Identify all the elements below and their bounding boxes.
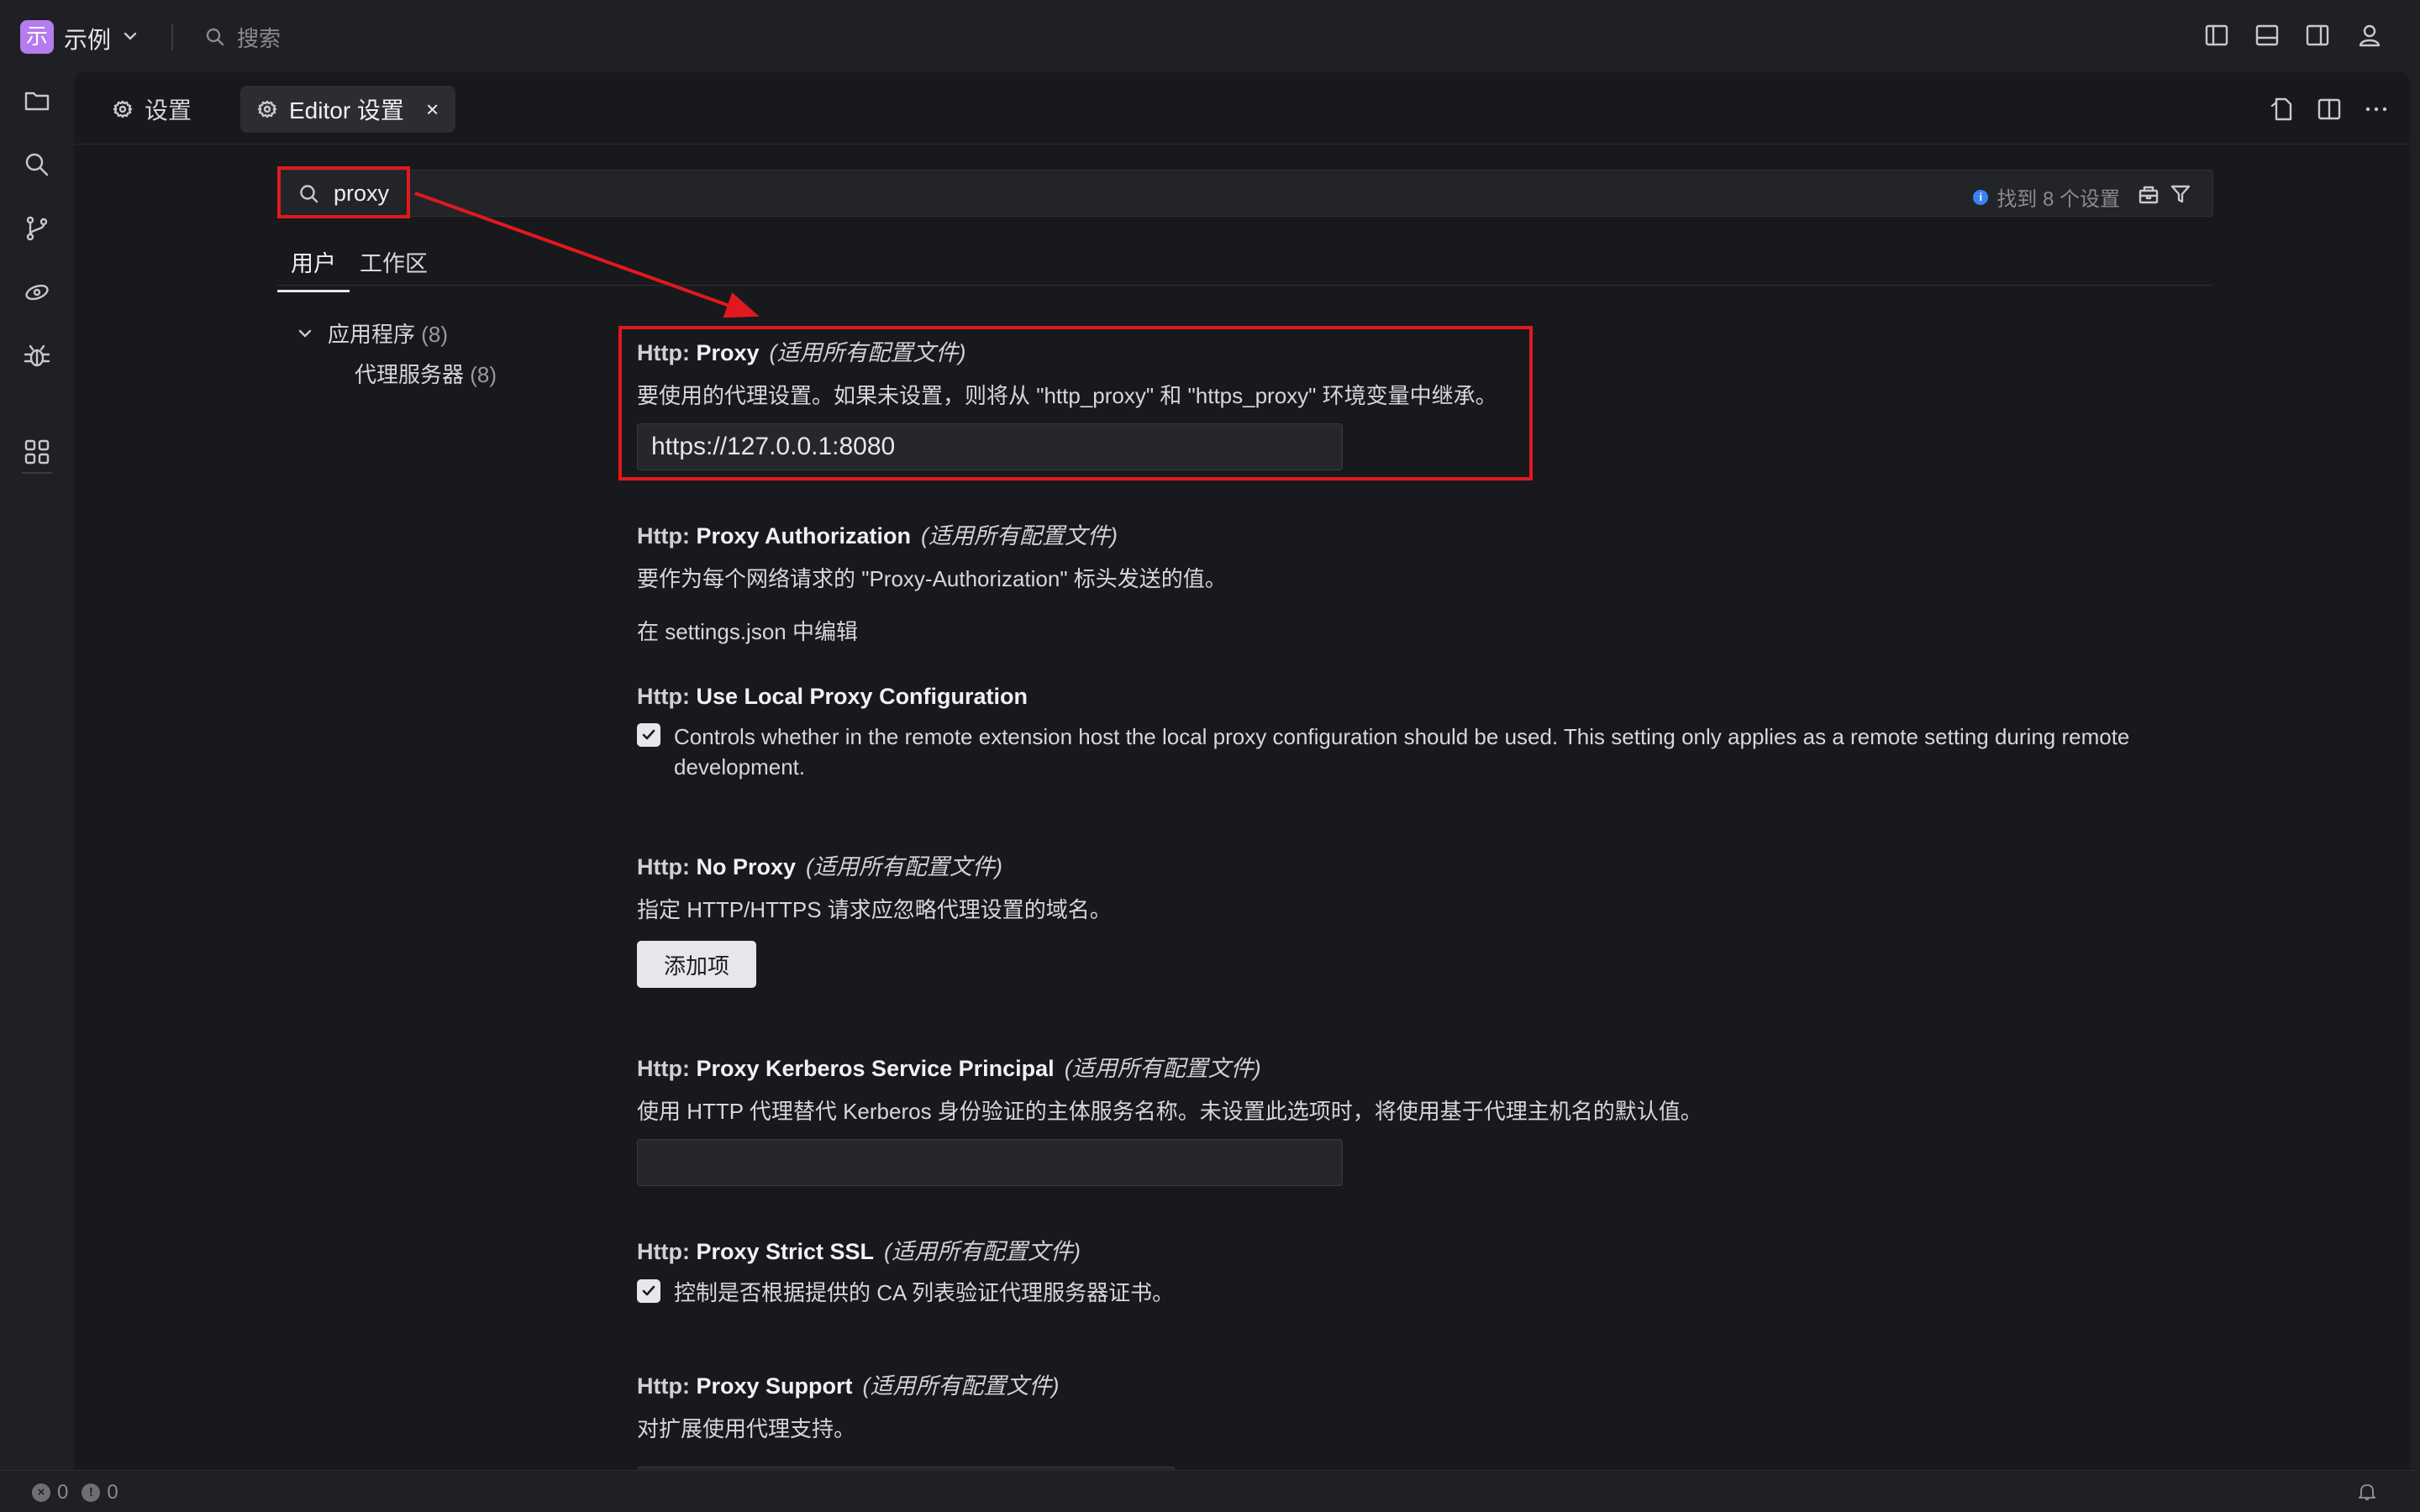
app-name[interactable]: 示例 [64,22,111,55]
setting-title: Http: Proxy Kerberos Service Principal (适… [637,1056,1261,1081]
search-highlight-box [277,166,410,218]
toc-child-label: 代理服务器 [355,362,465,387]
title-bar: 示 示例 搜索 [0,0,2420,72]
global-search[interactable]: 搜索 [205,20,281,54]
title-separator [171,24,173,50]
checkmark-icon [642,729,655,740]
tab-label: Editor 设置 [289,97,404,123]
error-count: 0 [57,1481,69,1504]
global-search-placeholder: 搜索 [237,25,281,51]
setting-description: 指定 HTTP/HTTPS 请求应忽略代理设置的域名。 [637,897,1112,922]
problems-indicator[interactable]: × 0 ! 0 [32,1481,118,1504]
editor-area: 设置 Editor 设置 × proxy i 找到 8 个设置 用户 工作区 应… [74,72,2410,1470]
debug-icon[interactable] [22,341,52,371]
checkmark-icon [642,1285,655,1296]
toc-group-count: (8) [421,322,449,347]
kerberos-principal-input[interactable] [637,1139,1343,1186]
edit-in-settings-json-link[interactable]: 在 settings.json 中编辑 [637,615,2233,646]
tab-label: 设置 [145,97,192,123]
toc-group-application[interactable]: 应用程序 (8) [296,318,448,349]
tab-editor-settings[interactable]: Editor 设置 × [240,86,456,133]
filter-icon[interactable] [2169,182,2192,206]
app-logo[interactable]: 示 [20,20,54,54]
setting-description: Controls whether in the remote extension… [674,724,2130,780]
source-control-icon[interactable] [22,213,52,244]
account-icon[interactable] [2356,22,2383,49]
setting-no-proxy: Http: No Proxy (适用所有配置文件) 指定 HTTP/HTTPS 请… [637,848,2233,988]
gear-icon [257,100,277,118]
setting-proxy-strict-ssl: Http: Proxy Strict SSL (适用所有配置文件) 控制是否根据提… [637,1233,2233,1308]
tab-user[interactable]: 用户 [277,245,350,292]
split-editor-icon[interactable] [2316,96,2343,123]
remote-explorer-icon[interactable] [22,277,52,307]
setting-proxy-support: Http: Proxy Support (适用所有配置文件) 对扩展使用代理支持。 [637,1368,2233,1470]
add-item-button[interactable]: 添加项 [637,941,756,988]
setting-title: Http: Proxy Strict SSL (适用所有配置文件) [637,1239,1081,1264]
clear-filters-icon[interactable] [2137,182,2160,206]
tab-bar: 设置 Editor 设置 × [74,72,2410,144]
chevron-down-icon[interactable] [121,27,139,45]
setting-proxy-kerberos: Http: Proxy Kerberos Service Principal (适… [637,1050,2233,1186]
toggle-secondary-sidebar-icon[interactable] [2304,22,2331,49]
extensions-icon[interactable] [22,437,52,467]
results-count-text: 找到 8 个设置 [1996,188,2120,211]
setting-title: Http: No Proxy (适用所有配置文件) [637,854,1002,879]
info-icon: i [1973,189,1989,205]
open-settings-json-icon[interactable] [2269,96,2296,123]
chevron-down-icon [298,329,312,337]
setting-proxy-authorization: Http: Proxy Authorization (适用所有配置文件) 要作为每… [637,517,2233,646]
toggle-panel-icon[interactable] [2254,22,2281,49]
setting-description: 对扩展使用代理支持。 [637,1416,856,1441]
settings-search-box[interactable]: proxy i 找到 8 个设置 [277,170,2213,217]
explorer-icon[interactable] [22,86,52,116]
proxy-setting-highlight-box [618,326,1533,480]
toc-child-count: (8) [470,362,497,387]
status-bar: × 0 ! 0 [0,1470,2420,1512]
warning-count: 0 [107,1481,118,1504]
warning-icon: ! [82,1483,101,1502]
scope-tabs: 用户 工作区 [277,237,2213,292]
notifications-bell-icon[interactable] [2356,1481,2378,1503]
setting-description: 使用 HTTP 代理替代 Kerberos 身份验证的主体服务名称。未设置此选项… [637,1099,1702,1124]
toggle-primary-sidebar-icon[interactable] [2203,22,2230,49]
setting-description: 要作为每个网络请求的 "Proxy-Authorization" 标头发送的值。 [637,566,1227,591]
activity-bar [0,72,74,1470]
search-icon [206,28,224,46]
activity-separator [22,472,52,474]
tab-workspace[interactable]: 工作区 [360,245,428,291]
tab-settings[interactable]: 设置 [96,86,208,133]
gear-icon [113,100,133,118]
strict-ssl-checkbox[interactable] [637,1279,660,1303]
setting-title: Http: Proxy Authorization (适用所有配置文件) [637,523,1118,549]
close-icon[interactable]: × [426,97,439,123]
search-icon[interactable] [22,150,52,180]
error-icon: × [32,1483,50,1502]
toc-group-label: 应用程序 [328,322,416,347]
results-count: i 找到 8 个设置 [1973,182,2120,212]
setting-description: 控制是否根据提供的 CA 列表验证代理服务器证书。 [674,1280,1175,1305]
more-actions-icon[interactable] [2363,96,2390,123]
toc-item-proxy-server[interactable]: 代理服务器 (8) [355,358,497,389]
use-local-proxy-checkbox[interactable] [637,723,660,747]
setting-title: Http: Proxy Support (适用所有配置文件) [637,1373,1060,1399]
setting-title: Http: Use Local Proxy Configuration [637,684,1028,709]
setting-use-local-proxy: Http: Use Local Proxy Configuration Cont… [637,684,2233,782]
